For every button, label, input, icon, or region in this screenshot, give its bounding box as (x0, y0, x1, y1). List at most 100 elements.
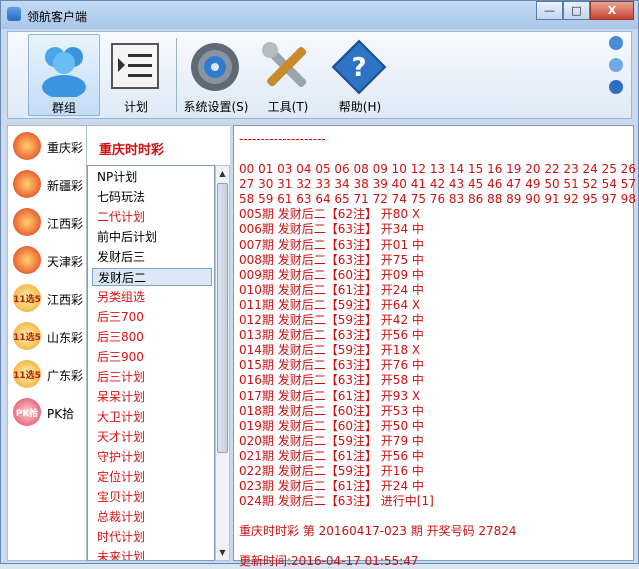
update-time-line: 更新时间:2016-04-17 01:55:47 (239, 554, 419, 569)
lottery-name: 江西彩 (47, 217, 84, 231)
toolbar-tools-label: 工具(T) (267, 100, 309, 114)
record-line: 016期 发财后二【63注】 开58 中 (239, 373, 424, 388)
plan-item[interactable]: NP计划 (92, 168, 212, 186)
record-line: 006期 发财后二【63注】 开34 中 (239, 222, 424, 237)
app-logo-icon (7, 7, 21, 21)
signal-icon[interactable] (609, 58, 623, 72)
record-line: 012期 发财后二【59注】 开42 中 (239, 313, 424, 328)
toolbar-settings-button[interactable]: 系统设置(S) (180, 34, 252, 116)
divider-line: -------------------- (239, 132, 326, 146)
plan-item[interactable]: 发财后三 (92, 248, 212, 266)
plan-item[interactable]: 后三900 (92, 348, 212, 366)
plan-item[interactable]: 七码玩法 (92, 188, 212, 206)
lottery-name: 重庆彩 (47, 141, 84, 155)
plan-item[interactable]: 守护计划 (92, 448, 212, 466)
lottery-ball-icon (13, 170, 41, 198)
lottery-name: 天津彩 (47, 255, 84, 269)
toolbar-separator (176, 38, 177, 112)
toolbar-tools-button[interactable]: 工具(T) (252, 34, 324, 116)
toolbar-group-label: 群组 (51, 101, 76, 115)
record-line: 023期 发财后二【61注】 开24 中 (239, 479, 424, 494)
record-line: 022期 发财后二【59注】 开16 中 (239, 463, 424, 478)
plan-item[interactable]: 呆呆计划 (92, 388, 212, 406)
title-bar[interactable]: 领航客户端 — □ X (1, 1, 638, 29)
scroll-thumb[interactable] (217, 183, 228, 453)
record-line: 017期 发财后二【61注】 开93 X (239, 388, 421, 403)
toolbar-plan-button[interactable]: 计划 (100, 34, 172, 116)
minimize-button[interactable]: — (536, 1, 563, 20)
info-icon[interactable] (609, 80, 623, 94)
lottery-item[interactable]: 江西彩 (11, 206, 87, 238)
lottery-list: 重庆彩 新疆彩 江西彩 天津彩 11选5 江西彩 11选5 山东彩 11选5 广… (7, 125, 87, 561)
lottery-item[interactable]: PK拾 PK拾 (11, 396, 87, 428)
plan-list: NP计划 七码玩法 二代计划 前中后计划 发财后三 发财后二 另类组选 后三70… (87, 165, 215, 561)
plan-item[interactable]: 未来计划 (92, 548, 212, 560)
lottery-item[interactable]: 11选5 山东彩 (11, 320, 87, 352)
record-line: 008期 发财后二【63注】 开75 中 (239, 252, 424, 267)
toolbar-group-button[interactable]: 群组 (28, 34, 100, 116)
record-line: 021期 发财后二【61注】 开56 中 (239, 448, 424, 463)
lottery-item[interactable]: 天津彩 (11, 244, 87, 276)
record-line: 007期 发财后二【63注】 开01 中 (239, 237, 424, 252)
plan-item[interactable]: 二代计划 (92, 208, 212, 226)
lottery-name: 新疆彩 (47, 179, 84, 193)
help-icon: ? (331, 39, 387, 95)
lottery-name: 广东彩 (47, 369, 84, 383)
toolbar-help-button[interactable]: ? 帮助(H) (324, 34, 396, 116)
lottery-ball-icon (13, 246, 41, 274)
panel-header: 重庆时时彩 (87, 125, 230, 165)
numbers-line: 58 59 61 63 64 65 71 72 74 75 76 83 86 8… (239, 192, 636, 207)
record-line: 013期 发财后二【63注】 开56 中 (239, 328, 424, 343)
plan-item[interactable]: 另类组选 (92, 288, 212, 306)
plan-item[interactable]: 天才计划 (92, 428, 212, 446)
toolbar-help-label: 帮助(H) (338, 100, 382, 114)
side-icons (609, 36, 625, 102)
record-line: 015期 发财后二【63注】 开76 中 (239, 358, 424, 373)
draw-result-line: 重庆时时彩 第 20160417-023 期 开奖号码 27824 (239, 524, 517, 539)
toolbar-plan-label: 计划 (123, 100, 148, 114)
lottery-ball-icon: 11选5 (13, 360, 41, 388)
record-line: 011期 发财后二【59注】 开64 X (239, 297, 421, 312)
plan-item[interactable]: 总裁计划 (92, 508, 212, 526)
plan-item[interactable]: 后三700 (92, 308, 212, 326)
window-title: 领航客户端 (27, 10, 88, 24)
plan-item[interactable]: 定位计划 (92, 468, 212, 486)
toolbar: 群组 计划 系统设置(S) 工具(T) ? 帮助(H) (7, 31, 632, 119)
lottery-ball-icon: PK拾 (13, 398, 41, 426)
plan-item[interactable]: 后三计划 (92, 368, 212, 386)
plan-item[interactable]: 时代计划 (92, 528, 212, 546)
lottery-item[interactable]: 新疆彩 (11, 168, 87, 200)
user-icon[interactable] (609, 36, 623, 50)
tools-icon (262, 42, 307, 87)
toolbar-settings-label: 系统设置(S) (183, 100, 249, 114)
record-line: 009期 发财后二【60注】 开09 中 (239, 267, 424, 282)
record-line: 010期 发财后二【61注】 开24 中 (239, 282, 424, 297)
record-line: 019期 发财后二【60注】 开50 中 (239, 418, 424, 433)
lottery-name: 山东彩 (47, 331, 84, 345)
close-button[interactable]: X (590, 1, 634, 20)
plan-item[interactable]: 后三800 (92, 328, 212, 346)
scroll-up-icon[interactable]: ▲ (216, 166, 229, 181)
record-line: 014期 发财后二【59注】 开18 X (239, 343, 421, 358)
lottery-ball-icon (13, 132, 41, 160)
scroll-down-icon[interactable]: ▼ (216, 545, 229, 560)
list-icon (111, 43, 159, 89)
lottery-item[interactable]: 重庆彩 (11, 130, 87, 162)
record-line: 020期 发财后二【59注】 开79 中 (239, 433, 424, 448)
record-line: 024期 发财后二【63注】 进行中[1] (239, 494, 434, 509)
lottery-item[interactable]: 11选5 广东彩 (11, 358, 87, 390)
plan-item[interactable]: 宝贝计划 (92, 488, 212, 506)
lottery-name: PK拾 (47, 407, 75, 421)
lottery-ball-icon (13, 208, 41, 236)
lottery-item[interactable]: 11选5 江西彩 (11, 282, 87, 314)
lottery-name: 江西彩 (47, 293, 84, 307)
record-line: 018期 发财后二【60注】 开53 中 (239, 403, 424, 418)
result-content: -------------------- 00 01 03 04 05 06 0… (239, 132, 636, 569)
plan-item-selected[interactable]: 发财后二 (92, 268, 212, 286)
numbers-line: 27 30 31 32 33 34 38 39 40 41 42 43 45 4… (239, 177, 636, 192)
record-line: 005期 发财后二【62注】 开80 X (239, 207, 421, 222)
plan-scrollbar[interactable]: ▲ ▼ (215, 165, 230, 561)
plan-item[interactable]: 前中后计划 (92, 228, 212, 246)
plan-item[interactable]: 大卫计划 (92, 408, 212, 426)
maximize-button[interactable]: □ (563, 1, 590, 20)
